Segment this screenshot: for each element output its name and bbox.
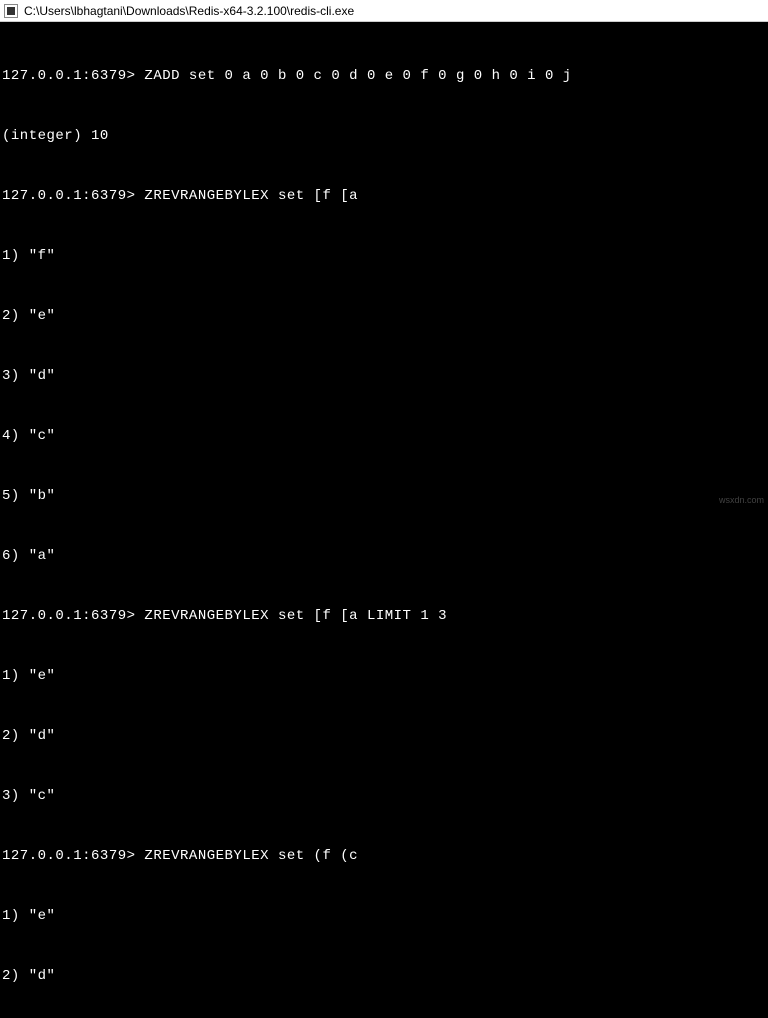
terminal-line: 2) "d" <box>2 726 766 746</box>
terminal-line: 127.0.0.1:6379> ZREVRANGEBYLEX set [f [a <box>2 186 766 206</box>
terminal-line: 127.0.0.1:6379> ZREVRANGEBYLEX set [f [a… <box>2 606 766 626</box>
terminal-line: 4) "c" <box>2 426 766 446</box>
terminal-line: (integer) 10 <box>2 126 766 146</box>
terminal-line: 2) "e" <box>2 306 766 326</box>
terminal-line: 5) "b" <box>2 486 766 506</box>
terminal-line: 1) "e" <box>2 666 766 686</box>
terminal-line: 127.0.0.1:6379> ZADD set 0 a 0 b 0 c 0 d… <box>2 66 766 86</box>
terminal-line: 3) "d" <box>2 366 766 386</box>
watermark: wsxdn.com <box>719 495 764 505</box>
terminal-line: 3) "c" <box>2 786 766 806</box>
app-icon <box>4 4 18 18</box>
terminal-line: 1) "f" <box>2 246 766 266</box>
terminal-line: 2) "d" <box>2 966 766 986</box>
terminal-line: 1) "e" <box>2 906 766 926</box>
terminal-line: 6) "a" <box>2 546 766 566</box>
window-titlebar: C:\Users\lbhagtani\Downloads\Redis-x64-3… <box>0 0 768 22</box>
terminal-line: 127.0.0.1:6379> ZREVRANGEBYLEX set (f (c <box>2 846 766 866</box>
terminal-body[interactable]: 127.0.0.1:6379> ZADD set 0 a 0 b 0 c 0 d… <box>0 22 768 1018</box>
window-title: C:\Users\lbhagtani\Downloads\Redis-x64-3… <box>24 4 354 18</box>
